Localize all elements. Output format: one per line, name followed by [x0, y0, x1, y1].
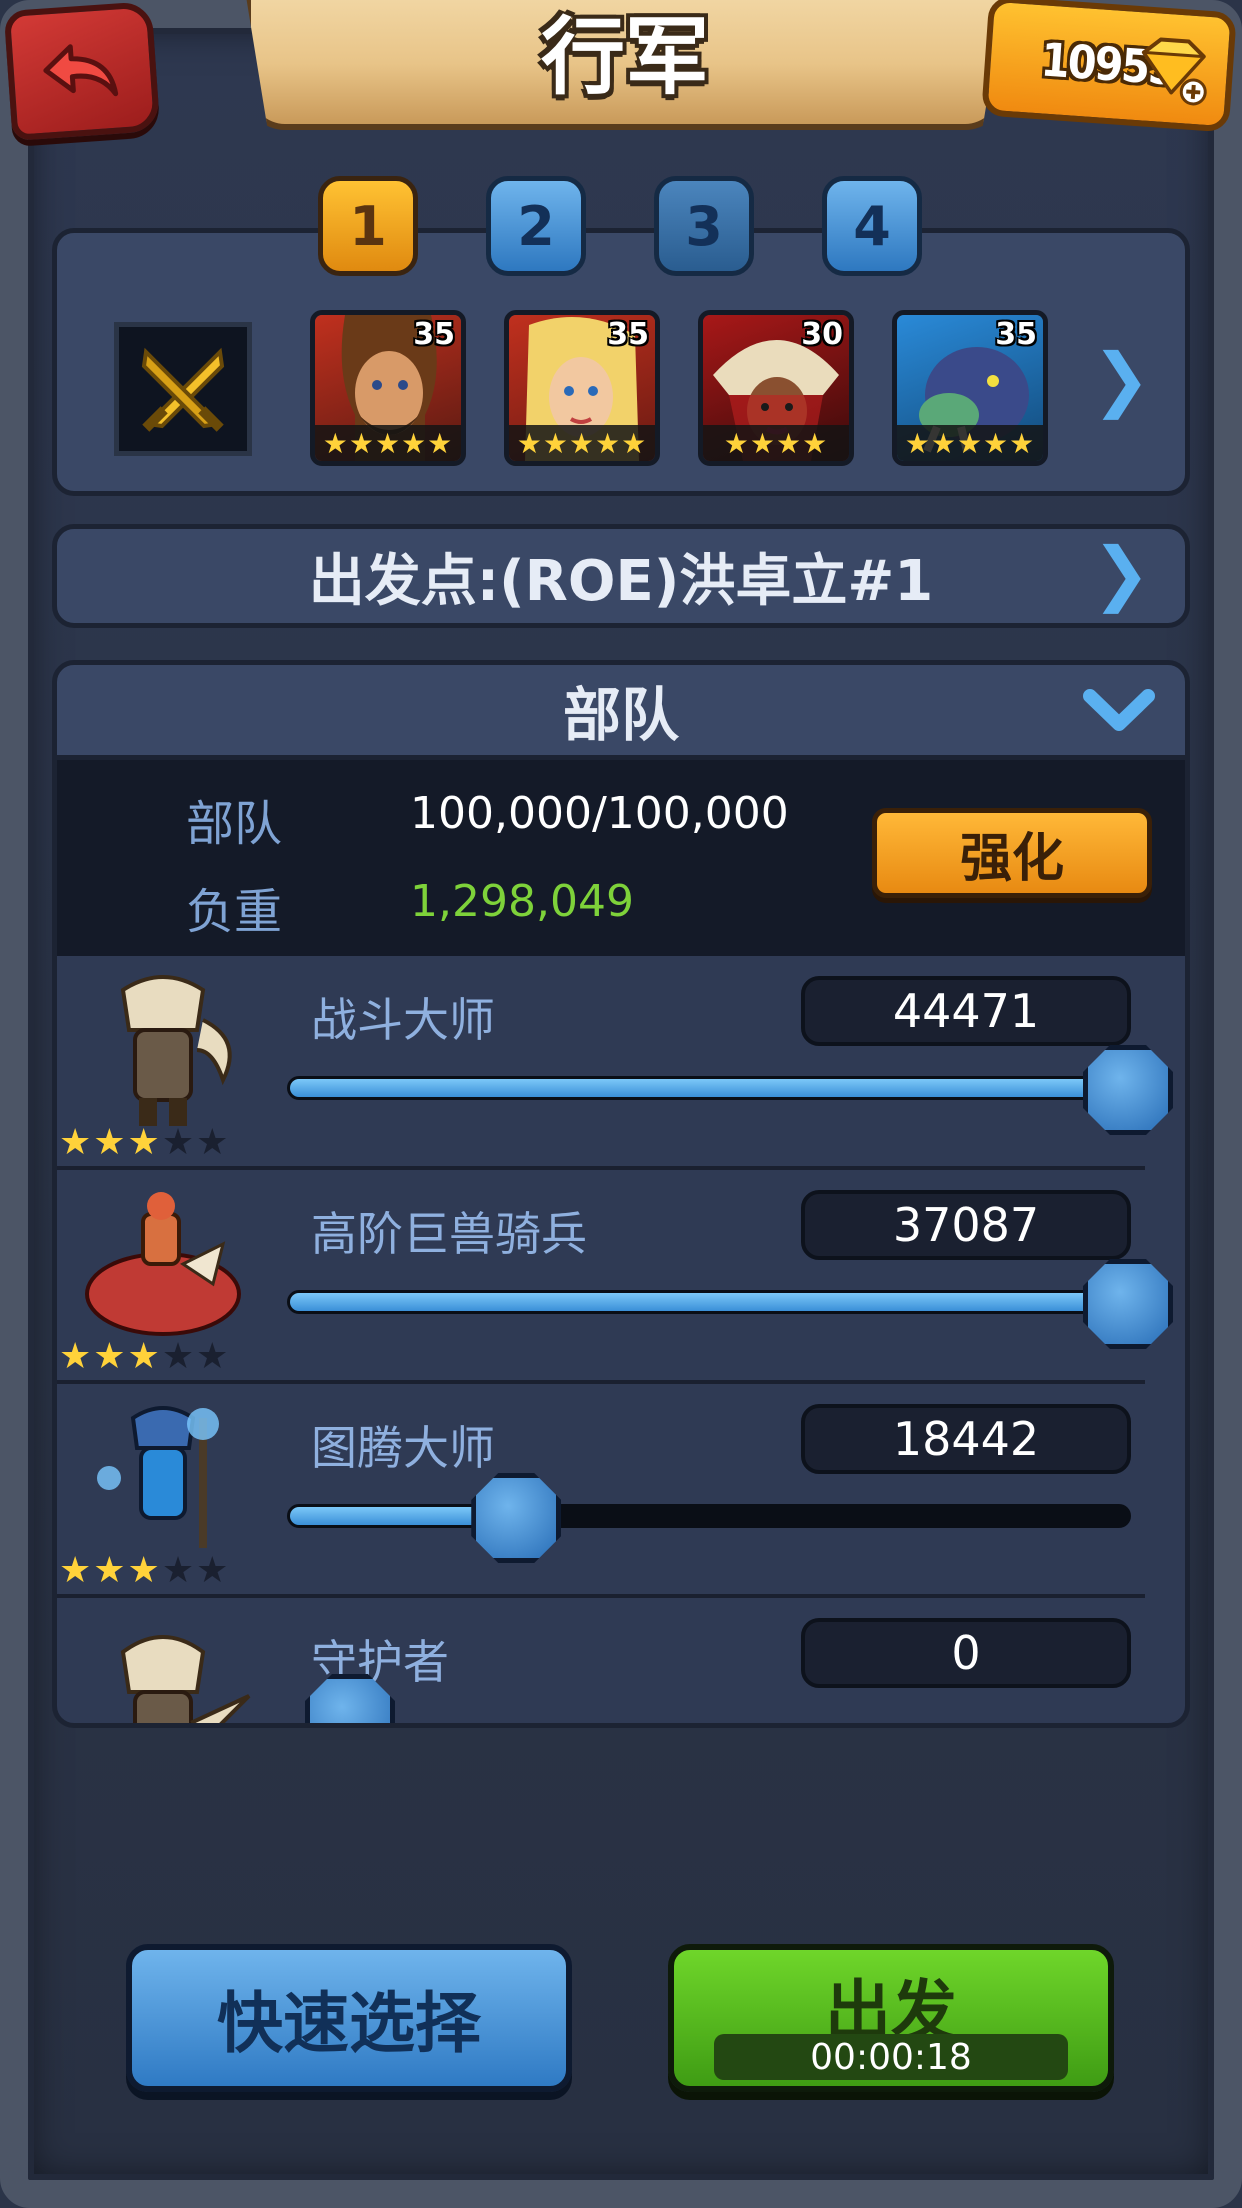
load-value: 1,298,049 [410, 876, 634, 927]
guardian-portrait [120, 1635, 251, 1723]
hero-slot-3[interactable]: 30 ★★★★ [698, 310, 854, 466]
slider-knob[interactable] [471, 1473, 562, 1563]
unit-slider[interactable] [287, 1473, 1131, 1563]
boost-button[interactable]: 强化 [872, 808, 1152, 898]
troop-total-value: 100,000/100,000 [410, 788, 789, 839]
load-label: 负重 [186, 884, 283, 940]
slider-knob[interactable] [1083, 1045, 1173, 1135]
chevron-right-icon[interactable]: ❯ [1092, 532, 1151, 614]
troop-total-label: 部队 [186, 796, 283, 852]
hero-stars: ★★★★★ [509, 425, 655, 461]
troop-row: ★★★★★ 高阶巨兽骑兵 37087 [57, 1170, 1185, 1384]
troop-row: 守护者 0 [57, 1598, 1185, 1723]
hero-level: 35 [607, 317, 649, 352]
troop-section-title: 部队 [562, 681, 679, 749]
unit-count-input[interactable]: 18442 [801, 1404, 1131, 1474]
gem-counter[interactable]: 10955 [981, 0, 1237, 133]
unit-name: 高阶巨兽骑兵 [311, 1207, 587, 1261]
unit-count-input[interactable]: 44471 [801, 976, 1131, 1046]
chevron-right-icon[interactable]: ❯ [1092, 338, 1151, 420]
back-arrow-icon [43, 44, 119, 97]
beast-rider-portrait [85, 1192, 241, 1336]
slider-fill [290, 1079, 1128, 1097]
unit-count-input[interactable]: 0 [801, 1618, 1131, 1688]
depart-button[interactable]: 出发 00:00:18 [668, 1944, 1114, 2092]
unit-count-input[interactable]: 37087 [801, 1190, 1131, 1260]
troop-row: ★★★★★ 战斗大师 44471 [57, 956, 1185, 1170]
hero-slot-4[interactable]: 35 ★★★★★ [892, 310, 1048, 466]
hero-stars: ★★★★ [703, 425, 849, 461]
troop-list: ★★★★★ 战斗大师 44471 ★★★★★ 高阶巨兽骑兵 37087 ★★★★… [52, 956, 1190, 1728]
battle-master-portrait [120, 975, 232, 1126]
march-timer: 00:00:18 [714, 2034, 1068, 2080]
combat-skill-slot[interactable] [114, 322, 252, 456]
hero-level: 35 [413, 317, 455, 352]
hero-slot-1[interactable]: 35 ★★★★★ [310, 310, 466, 466]
hero-slot-2[interactable]: 35 ★★★★★ [504, 310, 660, 466]
slider-knob[interactable] [1083, 1259, 1173, 1349]
unit-stars: ★★★★★ [59, 1336, 231, 1377]
back-button[interactable] [3, 0, 161, 142]
unit-slider[interactable] [287, 1045, 1173, 1135]
tab-team-2[interactable]: 2 [486, 176, 586, 276]
hero-level: 35 [995, 317, 1037, 352]
unit-stars: ★★★★★ [59, 1122, 231, 1163]
totem-master-portrait [97, 1406, 219, 1548]
origin-selector[interactable]: 出发点:(ROE)洪卓立#1 [52, 524, 1190, 628]
troop-row: ★★★★★ 图腾大师 18442 [57, 1384, 1185, 1598]
tab-team-4[interactable]: 4 [822, 176, 922, 276]
page-title: 行军 [540, 7, 709, 106]
unit-stars: ★★★★★ [59, 1550, 231, 1591]
unit-name: 图腾大师 [311, 1421, 495, 1475]
crossed-swords-icon [141, 347, 225, 432]
gem-icon [1141, 37, 1207, 106]
tab-team-1[interactable]: 1 [318, 176, 418, 276]
hero-stars: ★★★★★ [315, 425, 461, 461]
unit-slider[interactable] [287, 1259, 1173, 1349]
unit-name: 战斗大师 [311, 993, 495, 1047]
origin-label: 出发点:(ROE)洪卓立#1 [308, 548, 934, 614]
tab-team-3[interactable]: 3 [654, 176, 754, 276]
hero-stars: ★★★★★ [897, 425, 1043, 461]
hero-level: 30 [801, 317, 843, 352]
slider-fill [290, 1293, 1128, 1311]
quick-select-button[interactable]: 快速选择 [126, 1944, 572, 2092]
title-banner: 行军 [245, 0, 1005, 130]
troop-section-header[interactable]: 部队 [52, 660, 1190, 760]
chevron-down-icon[interactable] [1082, 688, 1156, 734]
